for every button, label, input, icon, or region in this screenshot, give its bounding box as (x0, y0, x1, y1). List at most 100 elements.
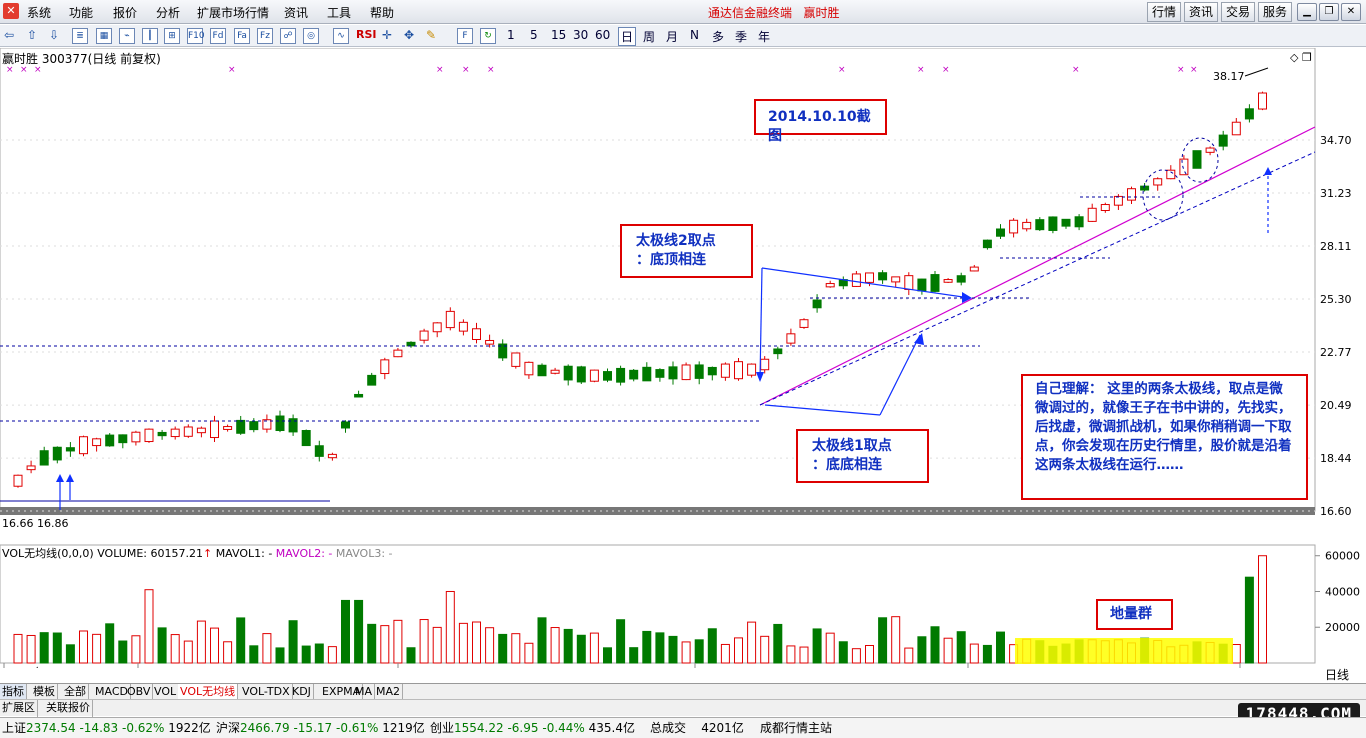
event-mark: × (1072, 65, 1080, 75)
table-icon[interactable]: ⊞ (164, 28, 180, 44)
rsi-icon[interactable]: RSI (356, 28, 377, 41)
menu-tools[interactable]: 工具 (327, 4, 351, 21)
volume-tick-label: 40000 (1325, 585, 1360, 598)
menu-system[interactable]: 系统 (27, 4, 51, 21)
status-total: 总成交 4201亿 (650, 721, 744, 735)
period-week[interactable]: 周 (643, 28, 655, 45)
candle-body (1153, 178, 1163, 186)
pencil-icon[interactable]: ✎ (426, 28, 436, 42)
volume-bar (354, 599, 364, 664)
grid-icon[interactable]: ▦ (96, 28, 112, 44)
period-month[interactable]: 月 (666, 28, 678, 45)
chart-icon[interactable]: ⌁ (119, 28, 135, 44)
service-button[interactable]: 服务 (1258, 2, 1292, 22)
menu-quote[interactable]: 报价 (113, 4, 137, 21)
volume-bar (236, 617, 246, 664)
taiji-line-1-annotation: 太极线1取点 ：底底相连 (796, 429, 929, 483)
report-icon[interactable]: ≣ (72, 28, 88, 44)
candle-body (236, 419, 246, 434)
candle-body (1244, 108, 1254, 120)
candle-body (458, 321, 468, 332)
candle-body (380, 359, 390, 375)
panel-controls-icon[interactable]: ◇ ❐ (1290, 51, 1312, 64)
volume-bar (406, 647, 416, 664)
tab-template[interactable]: 模板 (31, 684, 58, 700)
candle-body (917, 278, 927, 292)
finance-icon[interactable]: Fd (210, 28, 226, 44)
fiz-icon[interactable]: Fz (257, 28, 273, 44)
period-multi[interactable]: 多 (712, 28, 724, 45)
price-tick-label: 31.23 (1320, 187, 1352, 200)
tab-vol-tdx[interactable]: VOL-TDX (240, 684, 293, 700)
period-quarter[interactable]: 季 (735, 28, 747, 45)
zoom-icon[interactable]: ◎ (303, 28, 319, 44)
kline-chart[interactable]: × × × × × × × × × × × × × 38.17 16.66 16.86 34.7031.… (0, 48, 1366, 668)
tab-extension-area[interactable]: 扩展区 (0, 700, 38, 717)
period-5min[interactable]: 5 (530, 28, 538, 42)
candle-body (773, 348, 783, 355)
candle-body (79, 436, 88, 455)
minimize-icon[interactable]: ▁ (1297, 3, 1317, 21)
candle-body (1061, 218, 1071, 227)
period-day[interactable]: 日 (618, 27, 637, 46)
period-60min[interactable]: 60 (595, 28, 610, 42)
up-arrow-icon[interactable]: ⇧ (27, 28, 37, 42)
dna-icon[interactable]: ☍ (280, 28, 296, 44)
tab-indicator[interactable]: 指标 (0, 684, 27, 700)
move-icon[interactable]: ✥ (404, 28, 414, 42)
candle-body (210, 420, 219, 439)
event-mark: × (1177, 65, 1185, 75)
candle-body (707, 366, 717, 376)
volume-bar (39, 632, 49, 664)
candle-body (223, 426, 233, 430)
period-1min[interactable]: 1 (507, 28, 515, 42)
date-tick-label: 8 (697, 666, 704, 668)
close-icon[interactable]: ✕ (1341, 3, 1361, 21)
refresh-icon[interactable]: ↻ (480, 28, 496, 44)
back-arrow-icon[interactable]: ⇦ (4, 28, 14, 42)
candle-body (1100, 204, 1110, 211)
volume-bar (118, 640, 128, 664)
candle-body (747, 363, 757, 376)
period-n[interactable]: N (690, 28, 699, 42)
tab-obv[interactable]: OBV (125, 684, 154, 700)
price-tick-label: 25.30 (1320, 293, 1352, 306)
menu-help[interactable]: 帮助 (370, 4, 394, 21)
tab-ma[interactable]: MA (353, 684, 376, 700)
tab-all[interactable]: 全部 (62, 684, 89, 700)
tab-related-quotes[interactable]: 关联报价 (44, 700, 93, 717)
candle-body (39, 450, 49, 466)
candle-body (393, 349, 403, 358)
period-30min[interactable]: 30 (573, 28, 588, 42)
candle-body (629, 369, 639, 380)
period-15min[interactable]: 15 (551, 28, 566, 42)
quote-button[interactable]: 行情 (1147, 2, 1181, 22)
f10-icon[interactable]: F10 (187, 28, 205, 44)
down-arrow-icon[interactable]: ⇩ (49, 28, 59, 42)
event-mark: × (1190, 65, 1198, 75)
menu-extended-market[interactable]: 扩展市场行情 (197, 4, 269, 21)
line-icon[interactable]: ∿ (333, 28, 349, 44)
period-year[interactable]: 年 (758, 28, 770, 45)
candle-body (183, 426, 193, 437)
formula-icon[interactable]: F (457, 28, 473, 44)
menu-bar: ✕ 系统 功能 报价 分析 扩展市场行情 资讯 工具 帮助 通达信金融终端 赢时… (0, 0, 1366, 24)
tab-vol[interactable]: VOL (152, 684, 180, 700)
volume-axis: 60000 40000 20000 (1315, 550, 1360, 634)
tab-ma2[interactable]: MA2 (374, 684, 404, 700)
menu-news[interactable]: 资讯 (284, 4, 308, 21)
crosshair-icon[interactable]: ✛ (382, 28, 392, 42)
app-logo-icon: ✕ (3, 3, 19, 19)
tab-vol-noma[interactable]: VOL无均线 (178, 684, 239, 700)
restore-icon[interactable]: ❐ (1319, 3, 1339, 21)
price-tick-label: 28.11 (1320, 240, 1352, 253)
news-button[interactable]: 资讯 (1184, 2, 1218, 22)
fa-icon[interactable]: Fa (234, 28, 250, 44)
kline-icon[interactable]: ┃ (142, 28, 158, 44)
tab-kdj[interactable]: KDJ (290, 684, 314, 700)
candle-body (92, 438, 102, 447)
indicator-tabs: 指标 模板 全部 MACD OBV VOL VOL无均线 VOL-TDX KDJ… (0, 683, 1366, 700)
menu-analysis[interactable]: 分析 (156, 4, 180, 21)
menu-function[interactable]: 功能 (69, 4, 93, 21)
trade-button[interactable]: 交易 (1221, 2, 1255, 22)
